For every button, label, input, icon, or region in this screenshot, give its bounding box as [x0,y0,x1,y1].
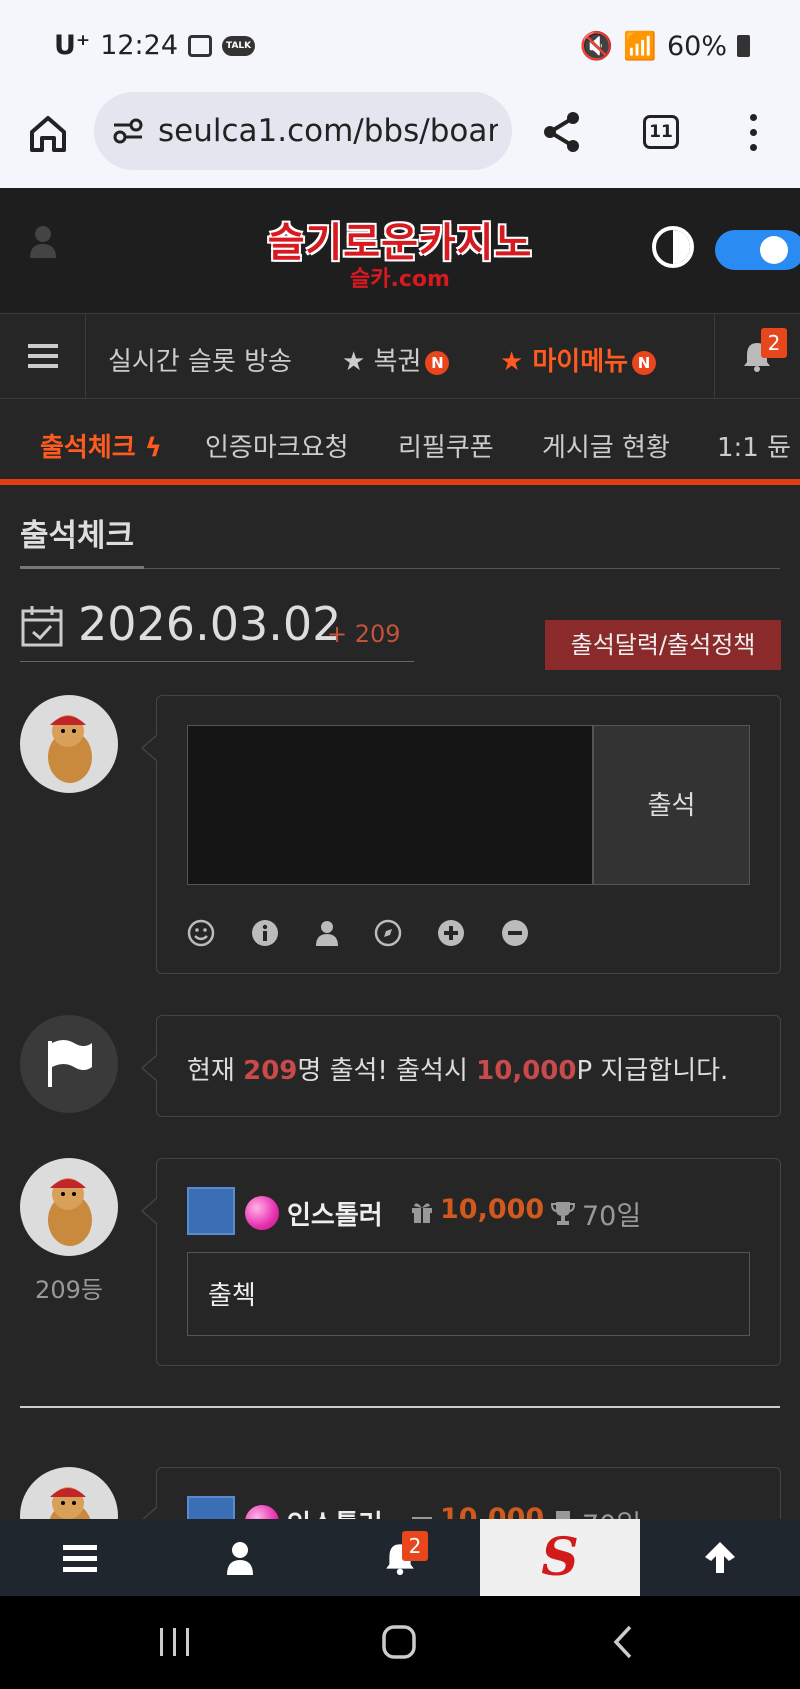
nav-mymenu-label: ★ 마이메뉴 [500,347,629,377]
subnav-attendance-label: 출석체크 [40,433,136,463]
contrast-icon[interactable] [652,226,694,268]
entry-days: 70일 [582,1201,642,1232]
battery-text: 60% [666,30,727,62]
notification-count: 2 [402,1531,428,1561]
avatar [20,1158,118,1256]
attendance-rank: 209등 [35,1276,103,1304]
subnav-refill-coupon[interactable]: 리필쿠폰 [398,427,494,464]
hamburger-icon [63,1545,97,1572]
bottom-home-logo[interactable]: S [480,1519,640,1596]
calendar-check-icon [21,606,63,647]
gem-icon [245,1196,279,1230]
site-logo-domain[interactable]: 슬카.com [250,261,550,293]
title-underline [20,566,144,569]
nav-mymenu[interactable]: ★ 마이메뉴 N [500,341,657,378]
s-logo-icon: S [541,1527,579,1588]
hamster-avatar-icon [48,715,92,783]
avatar [20,695,118,793]
entry-comment: 출첵 [187,1252,750,1336]
site-header: 슬기로운카지노 슬카.com [0,188,800,313]
user-icon[interactable] [313,919,341,947]
minus-circle-icon[interactable] [501,919,529,947]
clock: 12:24 [100,30,178,61]
date-underline [20,661,414,662]
notification-button[interactable]: 2 [714,314,800,400]
sub-nav: 출석체크 ϟ 인증마크요청 리필쿠폰 게시글 현황 1:1 듄 [0,399,800,485]
entry-divider [20,1406,780,1408]
browser-toolbar: seulca1.com/bbs/boar 11 [0,90,800,188]
user-icon[interactable] [28,224,58,260]
more-options-icon[interactable] [748,114,758,154]
tab-switcher-button[interactable]: 11 [643,115,679,149]
arrow-up-icon [705,1542,735,1573]
member-nickname[interactable]: 인스톨러 [287,1195,383,1232]
info-icon[interactable] [251,919,279,947]
notice-text: 현재 209명 출석! 출석시 10,000P 지급합니다. [187,1050,728,1087]
notice-prefix: 현재 [187,1056,244,1086]
lightning-icon: ϟ [135,433,162,463]
menu-button[interactable] [0,314,86,400]
url-text: seulca1.com/bbs/boar [158,113,498,149]
mute-icon: 🔇 [579,31,614,62]
hamburger-icon [27,344,58,348]
calendar-policy-button[interactable]: 출석달력/출석정책 [545,620,781,670]
nav-lottery[interactable]: ★ 복권 N [342,341,450,378]
battery-icon [737,35,750,57]
notice-points: 10,000 [476,1056,577,1086]
notice-suffix: P 지급합니다. [576,1056,729,1086]
status-bar: U⁺ 12:24 TALK 🔇 📶 60% [0,0,800,90]
subnav-post-status[interactable]: 게시글 현황 [542,427,670,464]
back-icon[interactable] [610,1624,636,1660]
gallery-icon [188,34,212,57]
new-badge: N [632,350,657,375]
home-icon[interactable] [26,112,70,156]
attendance-entry: 인스톨러 10,000 70일 출첵 [141,1158,781,1366]
trophy-icon [550,1202,576,1225]
bottom-user-button[interactable] [160,1519,320,1596]
attendance-notice: 현재 209명 출석! 출석시 10,000P 지급합니다. [141,1015,781,1117]
flag-avatar [20,1015,118,1113]
notice-count: 209 [243,1056,298,1086]
site-logo[interactable]: 슬기로운카지노 [250,210,550,268]
compass-icon[interactable] [374,919,402,947]
home-icon[interactable] [381,1624,417,1660]
scroll-top-button[interactable] [640,1519,800,1596]
plus-circle-icon[interactable] [437,919,465,947]
attendance-count: + 209 [327,620,401,648]
attendance-textarea[interactable] [187,725,593,885]
talk-icon: TALK [222,35,256,56]
gift-icon [412,1203,432,1223]
emoji-icon[interactable] [187,919,215,947]
bottom-notification-button[interactable]: 2 [320,1519,480,1596]
wifi-icon: 📶 [623,31,657,62]
main-nav: 실시간 슬롯 방송 ★ 복권 N ★ 마이메뉴 N 2 [0,313,800,400]
theme-toggle[interactable] [715,230,800,270]
entry-points: 10,000 [440,1194,545,1225]
attendance-form: 출석 [141,695,781,974]
page-title: 출석체크 [20,518,135,554]
carrier: U⁺ [54,30,91,61]
user-icon [227,1542,253,1575]
notice-mid: 명 출석! 출석시 [297,1056,477,1086]
nav-lottery-label: ★ 복권 [342,347,422,377]
subnav-cert-mark[interactable]: 인증마크요청 [205,427,349,464]
toggle-knob [760,236,788,264]
site-settings-icon[interactable] [112,117,144,145]
nav-live-slot[interactable]: 실시간 슬롯 방송 [108,341,292,378]
share-icon[interactable] [540,110,584,154]
hamster-avatar-icon [48,1178,92,1246]
notification-count: 2 [761,328,787,358]
level-icon [187,1187,235,1235]
address-bar[interactable]: seulca1.com/bbs/boar [94,92,512,170]
attendance-submit-button[interactable]: 출석 [593,725,750,885]
subnav-attendance[interactable]: 출석체크 ϟ [40,427,162,464]
attendance-date: 2026.03.02 [78,597,342,651]
flag-icon [48,1040,92,1087]
bottom-menu-button[interactable] [0,1519,160,1596]
bottom-bar: 2 S [0,1519,800,1596]
new-badge: N [425,350,450,375]
system-nav-bar [0,1596,800,1689]
subnav-inquiry[interactable]: 1:1 듄 [717,427,791,464]
recent-apps-icon[interactable] [158,1626,192,1658]
